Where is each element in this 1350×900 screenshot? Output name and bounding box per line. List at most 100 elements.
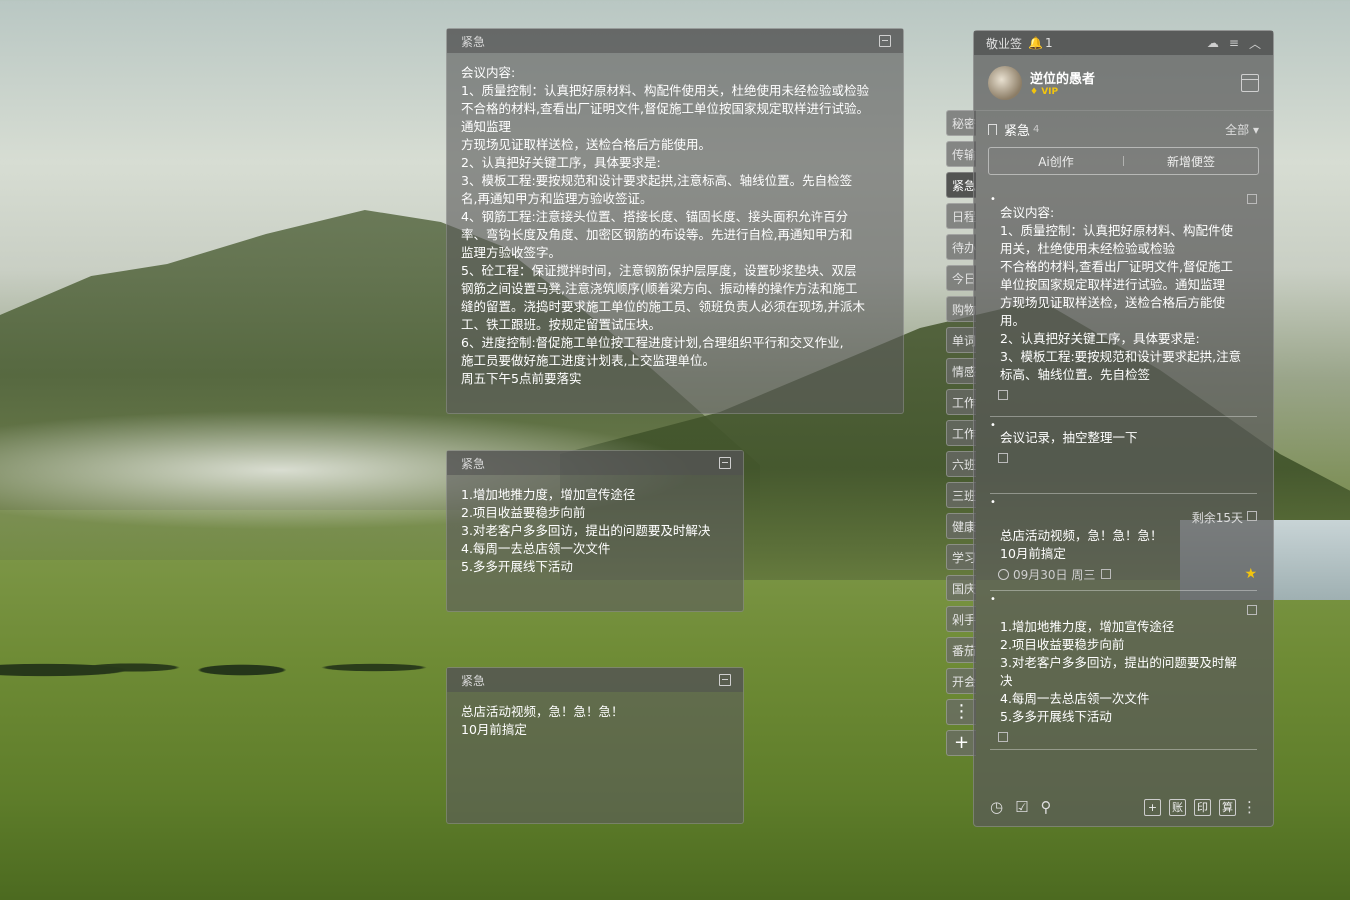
item-meta: 09月30日 周三 ★ (990, 563, 1257, 585)
checkbox-icon[interactable]: ☑ (1015, 798, 1028, 816)
item-line: 方现场见证取样送检，送检合格后方能使 (1000, 295, 1226, 310)
item-text: 1.增加地推力度，增加宣传途径 2.项目收益要稳步向前 3.对老客户多多回访，提… (990, 591, 1257, 726)
filter-label: 全部 (1225, 122, 1250, 137)
ai-create-button[interactable]: Ai创作 (989, 153, 1123, 170)
star-icon[interactable]: ★ (1244, 566, 1257, 582)
exit-icon[interactable] (719, 674, 731, 686)
tab-category[interactable]: 三班 (946, 482, 976, 508)
bell-icon[interactable]: 🔔 (1028, 36, 1043, 50)
item-line: 用。 (1000, 313, 1026, 328)
sticky-note-1[interactable]: 紧急 会议内容: 1、质量控制：认真把好原材料、构配件使用关，杜绝使用未经检验或… (446, 28, 904, 414)
category-row: 紧急 4 全部 ▾ (974, 111, 1273, 147)
note-header[interactable]: 紧急 (447, 668, 743, 692)
category-name: 紧急 (1004, 123, 1031, 139)
note-content[interactable]: 总店活动视频，急！急！急！ 10月前搞定 (447, 692, 743, 750)
action-bar: Ai创作 新增便签 (988, 147, 1259, 175)
exit-icon[interactable] (719, 457, 731, 469)
note-line: 3、模板工程:要按规范和设计要求起拱,注意标高、轴线位置。先自检签 (461, 173, 853, 188)
item-line: 5.多多开展线下活动 (1000, 709, 1112, 724)
note-line: 名,再通知甲方和监理方验收签证。 (461, 191, 653, 206)
note-line: 工、铁工跟班。按规定留置试压块。 (461, 317, 662, 332)
item-line: 1、质量控制：认真把好原材料、构配件使 (1000, 223, 1233, 238)
note-header[interactable]: 紧急 (447, 451, 743, 475)
tab-category[interactable]: 六班 (946, 451, 976, 477)
item-line: 标高、轴线位置。先自检签 (1000, 367, 1151, 382)
tab-category[interactable]: 日程 (946, 203, 976, 229)
category-tabs: 秘密 传输 紧急 日程 待办 今日 购物 单词 情感 工作 工作 六班 三班 健… (946, 110, 976, 761)
cloud-icon[interactable]: ☁ (1207, 36, 1219, 50)
tab-category[interactable]: 健康 (946, 513, 976, 539)
note-header[interactable]: 紧急 (447, 29, 903, 53)
calculator-button[interactable]: 算 (1219, 798, 1236, 816)
item-line: 4.每周一去总店领一次文件 (1000, 691, 1150, 706)
tab-category[interactable]: 情感 (946, 358, 976, 384)
note-line: 5.多多开展线下活动 (461, 559, 573, 574)
tab-category[interactable]: 购物 (946, 296, 976, 322)
app-name: 敬业签 (986, 36, 1023, 51)
sticky-note-3[interactable]: 紧急 总店活动视频，急！急！急！ 10月前搞定 (446, 667, 744, 824)
list-item[interactable]: 会议内容: 1、质量控制：认真把好原材料、构配件使 用关，杜绝使用未经检验或检验… (990, 191, 1257, 417)
note-line: 2、认真把好关键工序，具体要求是: (461, 155, 661, 170)
item-line: 总店活动视频，急！急！急！ (1000, 528, 1163, 543)
bottom-toolbar: ◷ ☑ ⚲ + 账 印 算 ⋮ (974, 788, 1273, 826)
tab-category[interactable]: 番茄 (946, 637, 976, 663)
exit-icon[interactable] (879, 35, 891, 47)
document-icon (998, 732, 1008, 742)
item-meta (990, 726, 1257, 748)
add-button[interactable]: + (1144, 798, 1161, 816)
user-name: 逆位的愚者 (1030, 72, 1096, 87)
list-item[interactable]: 1.增加地推力度，增加宣传途径 2.项目收益要稳步向前 3.对老客户多多回访，提… (990, 591, 1257, 750)
item-line: 10月前搞定 (1000, 546, 1066, 561)
item-text: 会议记录，抽空整理一下 (990, 417, 1257, 447)
note-line: 1.增加地推力度，增加宣传途径 (461, 487, 636, 502)
note-category: 紧急 (461, 673, 486, 688)
sticky-note-2[interactable]: 紧急 1.增加地推力度，增加宣传途径 2.项目收益要稳步向前 3.对老客户多多回… (446, 450, 744, 612)
calendar-icon[interactable] (1241, 73, 1259, 92)
list-item[interactable]: 剩余15天 总店活动视频，急！急！急！ 10月前搞定 09月30日 周三 ★ (990, 494, 1257, 591)
tab-category[interactable]: 待办 (946, 234, 976, 260)
note-line: 周五下午5点前要落实 (461, 371, 582, 386)
tab-category[interactable]: 开会 (946, 668, 976, 694)
collapse-icon[interactable]: ︿ (1249, 35, 1261, 52)
more-icon[interactable]: ⋮ (1242, 798, 1257, 816)
note-line: 方现场见证取样送检，送检合格后方能使用。 (461, 137, 712, 152)
bookmark-icon (988, 123, 997, 135)
list-item[interactable]: 会议记录，抽空整理一下 (990, 417, 1257, 494)
menu-icon[interactable]: ≡ (1229, 36, 1239, 50)
user-bar: 逆位的愚者 ♦ VIP (974, 55, 1273, 111)
note-line: 10月前搞定 (461, 722, 527, 737)
new-note-button[interactable]: 新增便签 (1124, 153, 1258, 170)
item-line: 决 (1000, 673, 1013, 688)
tab-category[interactable]: 秘密 (946, 110, 976, 136)
category-count: 4 (1033, 123, 1040, 135)
tab-category[interactable]: 国庆 (946, 575, 976, 601)
note-content[interactable]: 1.增加地推力度，增加宣传途径 2.项目收益要稳步向前 3.对老客户多多回访，提… (447, 475, 743, 587)
more-tabs-button[interactable]: ⋮ (946, 699, 976, 725)
tab-category[interactable]: 工作 (946, 389, 976, 415)
tab-category[interactable]: 学习 (946, 544, 976, 570)
note-line: 5、砼工程：保证搅拌时间，注意钢筋保护层厚度，设置砂浆垫块、双层 (461, 263, 857, 278)
note-line: 总店活动视频，急！急！急！ (461, 704, 624, 719)
item-line: 2、认真把好关键工序，具体要求是: (1000, 331, 1200, 346)
panel-titlebar[interactable]: 敬业签 🔔 1 ☁ ≡ ︿ (974, 31, 1273, 55)
filter-dropdown[interactable]: 全部 ▾ (1225, 121, 1259, 138)
avatar[interactable] (988, 65, 1022, 100)
tab-category[interactable]: 工作 (946, 420, 976, 446)
tab-category[interactable]: 传输 (946, 141, 976, 167)
add-category-button[interactable]: + (946, 730, 976, 756)
tab-category[interactable]: 今日 (946, 265, 976, 291)
document-icon (998, 453, 1008, 463)
note-line: 施工员要做好施工进度计划表,上交监理单位。 (461, 353, 715, 368)
print-button[interactable]: 印 (1194, 798, 1211, 816)
tab-category-active[interactable]: 紧急 (946, 172, 976, 198)
note-content[interactable]: 会议内容: 1、质量控制：认真把好原材料、构配件使用关，杜绝使用未经检验或检验 … (447, 53, 903, 399)
alarm-icon[interactable]: ◷ (990, 798, 1003, 816)
tab-category[interactable]: 剁手 (946, 606, 976, 632)
tab-category[interactable]: 单词 (946, 327, 976, 353)
note-line: 4、钢筋工程:注意接头位置、搭接长度、锚固长度、接头面积允许百分 (461, 209, 849, 224)
notify-count: 1 (1044, 36, 1053, 50)
search-icon[interactable]: ⚲ (1041, 798, 1052, 816)
ledger-button[interactable]: 账 (1169, 798, 1186, 816)
main-panel: 敬业签 🔔 1 ☁ ≡ ︿ 逆位的愚者 ♦ VIP 紧急 4 全部 ▾ Ai创作… (973, 30, 1274, 827)
note-line: 缝的留置。浇捣时要求施工单位的施工员、领班负责人必须在现场,并派木 (461, 299, 865, 314)
